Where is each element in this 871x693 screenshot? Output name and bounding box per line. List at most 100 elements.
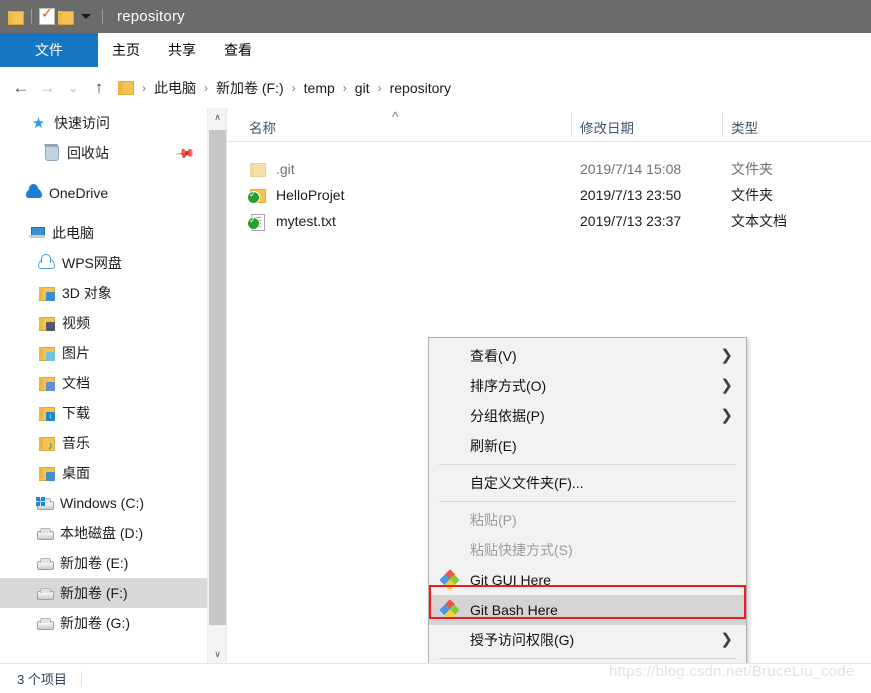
- breadcrumb-item-4[interactable]: repository: [388, 80, 453, 96]
- file-type-label: 文件夹: [731, 187, 773, 203]
- pin-icon[interactable]: 📌: [174, 143, 196, 166]
- sidebar-item-label: 视频: [62, 315, 90, 331]
- properties-icon[interactable]: [39, 5, 55, 25]
- breadcrumb-separator-0: ›: [142, 80, 146, 95]
- sidebar-item-3d-objects[interactable]: 3D 对象: [0, 278, 207, 308]
- menu-item-label: 分组依据(P): [470, 408, 545, 424]
- column-header-date[interactable]: 修改日期: [580, 117, 634, 137]
- menu-item-git-bash-here[interactable]: Git Bash Here: [429, 595, 746, 625]
- breadcrumb-folder-icon: [118, 81, 134, 95]
- file-name-cell: mytest.txt: [247, 213, 336, 231]
- status-divider: [80, 670, 82, 687]
- file-explorer-window: repository 文件 主页 共享 查看 ← → ⌄ ↑ › 此电脑 › 新…: [0, 0, 871, 693]
- folder-icon[interactable]: [8, 10, 24, 25]
- table-row[interactable]: mytest.txt 2019/7/13 23:37 文本文档: [227, 208, 871, 234]
- sidebar-item-volume-e[interactable]: 新加卷 (E:): [0, 548, 207, 578]
- sidebar-item-this-pc[interactable]: 此电脑: [0, 218, 207, 248]
- forward-button[interactable]: →: [34, 78, 60, 98]
- git-icon: [439, 569, 460, 591]
- sidebar-item-label: 文档: [62, 375, 90, 391]
- sidebar-item-videos[interactable]: 视频: [0, 308, 207, 338]
- chevron-right-icon: ❯: [720, 377, 733, 394]
- sidebar-item-label: 音乐: [62, 435, 90, 451]
- file-type-label: 文件夹: [731, 161, 773, 177]
- videos-folder-icon: [38, 315, 55, 332]
- column-divider-1[interactable]: [571, 112, 572, 136]
- sidebar-item-quick-access[interactable]: ★ 快速访问: [0, 108, 207, 138]
- menu-item-refresh[interactable]: 刷新(E): [429, 431, 746, 461]
- sidebar-item-wps-drive[interactable]: WPS网盘: [0, 248, 207, 278]
- sidebar-item-volume-g[interactable]: 新加卷 (G:): [0, 608, 207, 638]
- sidebar-item-label: WPS网盘: [62, 255, 122, 271]
- chevron-right-icon: ❯: [720, 631, 733, 648]
- menu-item-sort-by[interactable]: 排序方式(O) ❯: [429, 371, 746, 401]
- sidebar-item-label: Windows (C:): [60, 495, 145, 511]
- sidebar-item-documents[interactable]: 文档: [0, 368, 207, 398]
- menu-separator: [439, 658, 736, 659]
- menu-item-git-gui-here[interactable]: Git GUI Here: [429, 565, 746, 595]
- downloads-folder-icon: ↓: [38, 405, 55, 422]
- table-row[interactable]: .git 2019/7/14 15:08 文件夹: [227, 156, 871, 182]
- toolbar-divider-2: [102, 9, 103, 24]
- sidebar-item-recycle-bin[interactable]: 回收站 📌: [0, 138, 207, 168]
- sidebar-item-downloads[interactable]: ↓ 下载: [0, 398, 207, 428]
- column-header-type[interactable]: 类型: [731, 117, 758, 137]
- new-folder-icon[interactable]: [58, 10, 74, 25]
- 3d-objects-folder-icon: [38, 285, 55, 302]
- drive-icon: [36, 525, 54, 542]
- wps-cloud-icon: [38, 253, 55, 272]
- column-divider-2[interactable]: [722, 112, 723, 136]
- table-row[interactable]: HelloProjet 2019/7/13 23:50 文件夹: [227, 182, 871, 208]
- sidebar-item-label: 新加卷 (F:): [60, 585, 128, 601]
- scrollbar-thumb[interactable]: [209, 130, 226, 625]
- menu-item-grant-access[interactable]: 授予访问权限(G) ❯: [429, 625, 746, 655]
- sidebar-item-windows-c[interactable]: Windows (C:): [0, 488, 207, 518]
- scroll-up-icon[interactable]: ∧: [208, 108, 227, 127]
- green-check-icon: [247, 215, 260, 230]
- drive-icon: [36, 555, 54, 572]
- breadcrumb-item-1[interactable]: 新加卷 (F:): [214, 78, 286, 98]
- sidebar-item-music[interactable]: ♪ 音乐: [0, 428, 207, 458]
- navigation-pane: ★ 快速访问 回收站 📌 OneDrive 此电脑 WPS网盘 3D 对象 视频…: [0, 108, 207, 664]
- scroll-down-icon[interactable]: ∨: [208, 645, 227, 664]
- item-count-label: 3 个项目: [17, 672, 67, 687]
- back-button[interactable]: ←: [8, 78, 34, 98]
- tab-home[interactable]: 主页: [98, 33, 154, 67]
- music-folder-icon: ♪: [38, 435, 55, 452]
- sidebar-item-desktop[interactable]: 桌面: [0, 458, 207, 488]
- tab-view[interactable]: 查看: [210, 33, 266, 67]
- sidebar-item-label: 桌面: [62, 465, 90, 481]
- recycle-bin-icon: [43, 143, 60, 162]
- file-date-label: 2019/7/13 23:37: [580, 213, 682, 229]
- menu-item-label: 排序方式(O): [470, 378, 547, 394]
- sidebar-item-label: 下载: [62, 405, 90, 421]
- title-bar: repository: [0, 0, 871, 33]
- sidebar-item-local-disk-d[interactable]: 本地磁盘 (D:): [0, 518, 207, 548]
- menu-item-view[interactable]: 查看(V) ❯: [429, 341, 746, 371]
- recent-locations-button[interactable]: ⌄: [60, 81, 86, 95]
- list-top-spacer: [227, 142, 871, 156]
- sidebar-item-label: 快速访问: [54, 115, 110, 131]
- breadcrumb-item-0[interactable]: 此电脑: [152, 78, 198, 98]
- file-name-cell: HelloProjet: [247, 187, 344, 204]
- navigation-pane-scrollbar[interactable]: ∧ ∨: [207, 108, 227, 664]
- sidebar-item-onedrive[interactable]: OneDrive: [0, 178, 207, 208]
- column-header-name[interactable]: 名称: [249, 117, 276, 137]
- toolbar-divider: [31, 9, 32, 24]
- watermark-text: https://blog.csdn.net/BruceLiu_code: [609, 663, 855, 680]
- file-name-label: .git: [276, 161, 295, 177]
- up-button[interactable]: ↑: [86, 78, 112, 98]
- breadcrumb-separator-1: ›: [204, 80, 208, 95]
- breadcrumb-item-3[interactable]: git: [353, 80, 372, 96]
- folder-icon: [249, 162, 266, 177]
- tab-file[interactable]: 文件: [0, 33, 98, 67]
- menu-item-customize-folder[interactable]: 自定义文件夹(F)...: [429, 468, 746, 498]
- sidebar-item-pictures[interactable]: 图片: [0, 338, 207, 368]
- text-file-icon: [247, 213, 266, 231]
- customize-dropdown-icon[interactable]: [81, 14, 91, 19]
- sidebar-item-volume-f[interactable]: 新加卷 (F:): [0, 578, 207, 608]
- tab-share[interactable]: 共享: [154, 33, 210, 67]
- breadcrumb-item-2[interactable]: temp: [302, 80, 337, 96]
- menu-item-group-by[interactable]: 分组依据(P) ❯: [429, 401, 746, 431]
